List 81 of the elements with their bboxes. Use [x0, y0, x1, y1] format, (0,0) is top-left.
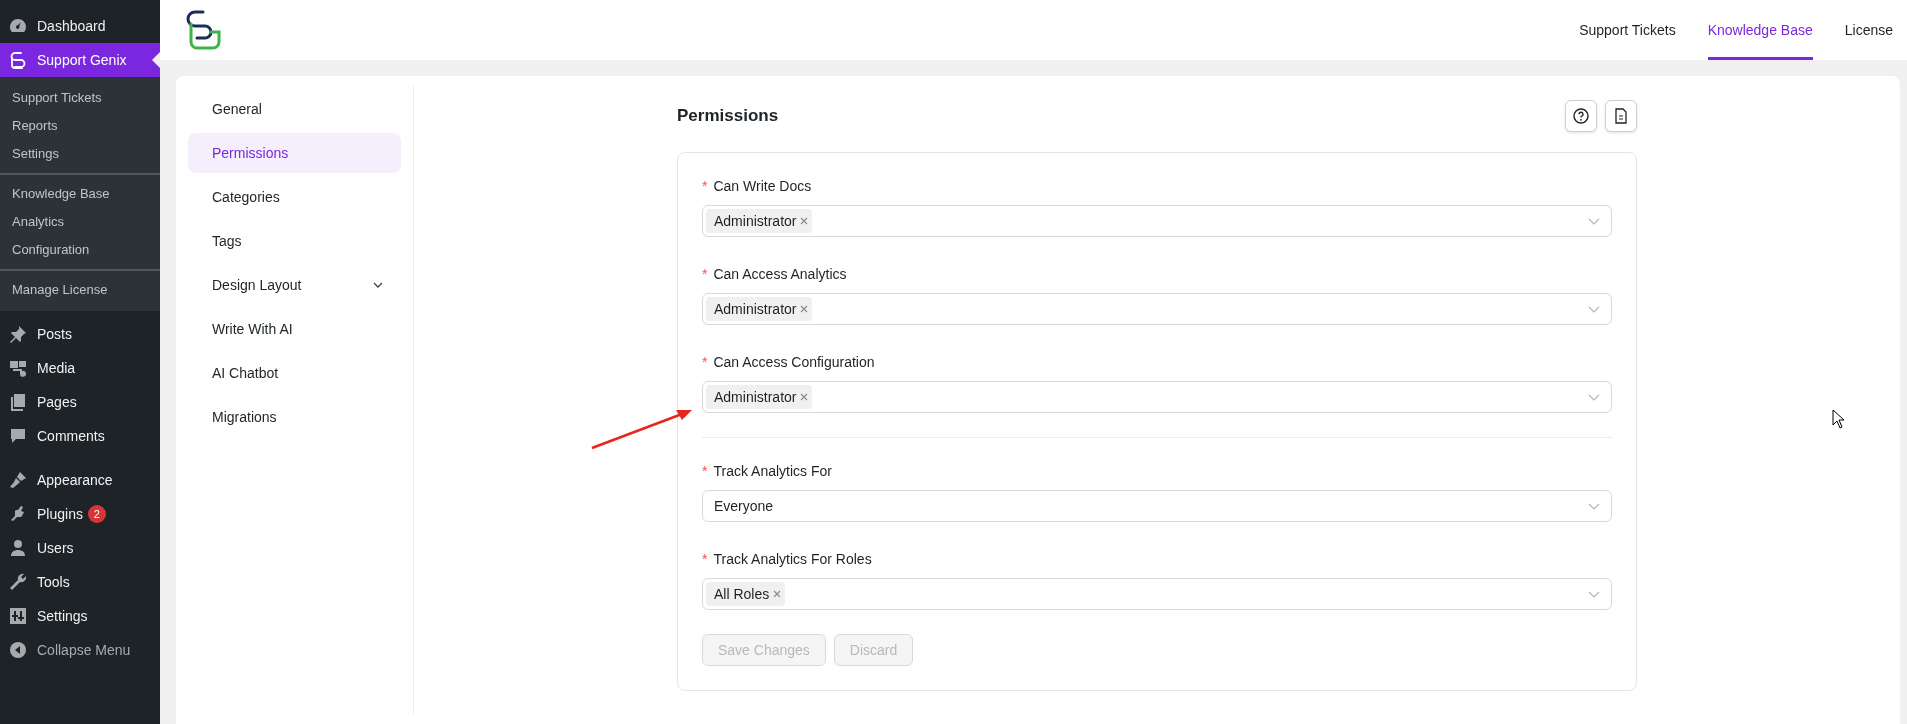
logo-icon: [8, 50, 28, 70]
close-icon: [800, 305, 809, 313]
user-icon: [8, 538, 28, 558]
menu-item[interactable]: Media: [0, 351, 160, 385]
menu-item[interactable]: Pages: [0, 385, 160, 419]
mouse-cursor-icon: [1832, 409, 1845, 429]
submenu-item[interactable]: Configuration: [0, 236, 160, 264]
required-asterisk: *: [702, 264, 708, 284]
settings-nav-item[interactable]: Write With AI: [188, 309, 401, 349]
field-label: * Can Write Docs: [702, 175, 1612, 197]
nav-tab[interactable]: Support Tickets: [1579, 0, 1676, 60]
document-button[interactable]: [1605, 100, 1637, 132]
help-button[interactable]: [1565, 100, 1597, 132]
pushpin-icon: [8, 324, 28, 344]
submenu-item[interactable]: Settings: [0, 140, 160, 168]
settings-nav-item[interactable]: Categories: [188, 177, 401, 217]
chevron-down-icon: [1588, 502, 1600, 510]
nav-tab[interactable]: License: [1844, 0, 1893, 60]
paintbrush-icon: [8, 470, 28, 490]
remove-tag-button[interactable]: [773, 590, 782, 598]
page-title: Permissions: [677, 105, 779, 128]
required-asterisk: *: [702, 352, 708, 372]
field-label: * Can Access Configuration: [702, 351, 1612, 373]
settings-nav-item[interactable]: Migrations: [188, 397, 401, 437]
speech-bubble-icon: [8, 426, 28, 446]
remove-tag-button[interactable]: [800, 305, 809, 313]
count-badge: 2: [87, 505, 106, 523]
menu-item[interactable]: Posts: [0, 317, 160, 351]
chevron-down-icon: [1588, 590, 1600, 598]
logo-icon: [185, 10, 223, 50]
settings-nav-item[interactable]: General: [188, 89, 401, 129]
settings-nav-item[interactable]: AI Chatbot: [188, 353, 401, 393]
field-label: * Track Analytics For Roles: [702, 548, 1612, 570]
field-label: * Can Access Analytics: [702, 263, 1612, 285]
multi-select-field[interactable]: Administrator: [702, 293, 1612, 325]
menu-item[interactable]: Users: [0, 531, 160, 565]
submenu-item[interactable]: Reports: [0, 112, 160, 140]
multi-select-field[interactable]: Administrator: [702, 205, 1612, 237]
nav-tab[interactable]: Knowledge Base: [1707, 0, 1813, 60]
close-icon: [800, 393, 809, 401]
selected-tag: Administrator: [706, 297, 813, 321]
settings-nav-item[interactable]: Design Layout: [188, 265, 401, 305]
chevron-down-icon: [1588, 305, 1600, 313]
required-asterisk: *: [702, 549, 708, 569]
selected-tag: Administrator: [706, 209, 813, 233]
submenu-item[interactable]: Manage License: [0, 276, 160, 304]
chevron-down-icon: [373, 282, 383, 288]
menu-item[interactable]: Settings: [0, 599, 160, 633]
settings-nav-item[interactable]: Permissions: [188, 133, 401, 173]
chevron-down-icon: [1588, 217, 1600, 225]
help-icon: [1573, 108, 1589, 124]
submenu-item[interactable]: Analytics: [0, 208, 160, 236]
menu-item[interactable]: Comments: [0, 419, 160, 453]
menu-item[interactable]: Appearance: [0, 463, 160, 497]
required-asterisk: *: [702, 176, 708, 196]
menu-item[interactable]: Tools: [0, 565, 160, 599]
wrench-icon: [8, 572, 28, 592]
required-asterisk: *: [702, 461, 708, 481]
multi-select-field[interactable]: Administrator: [702, 381, 1612, 413]
media-icon: [8, 358, 28, 378]
menu-item[interactable]: Dashboard: [0, 9, 160, 43]
sliders-icon: [8, 606, 28, 626]
menu-item[interactable]: Support Genix: [0, 43, 160, 77]
submenu-item[interactable]: Support Tickets: [0, 84, 160, 112]
pages-icon: [8, 392, 28, 412]
submenu-item[interactable]: Knowledge Base: [0, 180, 160, 208]
remove-tag-button[interactable]: [800, 393, 809, 401]
close-icon: [800, 217, 809, 225]
collapse-icon: [8, 640, 28, 660]
chevron-down-icon: [1588, 393, 1600, 401]
collapse-menu-button[interactable]: Collapse Menu: [0, 633, 160, 667]
close-icon: [773, 590, 782, 598]
multi-select-field[interactable]: All Roles: [702, 578, 1612, 610]
menu-item[interactable]: Plugins 2: [0, 497, 160, 531]
remove-tag-button[interactable]: [800, 217, 809, 225]
select-field[interactable]: Everyone: [702, 490, 1612, 522]
document-icon: [1614, 108, 1628, 124]
selected-tag: Administrator: [706, 385, 813, 409]
settings-nav-item[interactable]: Tags: [188, 221, 401, 261]
selected-tag: All Roles: [706, 582, 786, 606]
field-label: * Track Analytics For: [702, 460, 1612, 482]
